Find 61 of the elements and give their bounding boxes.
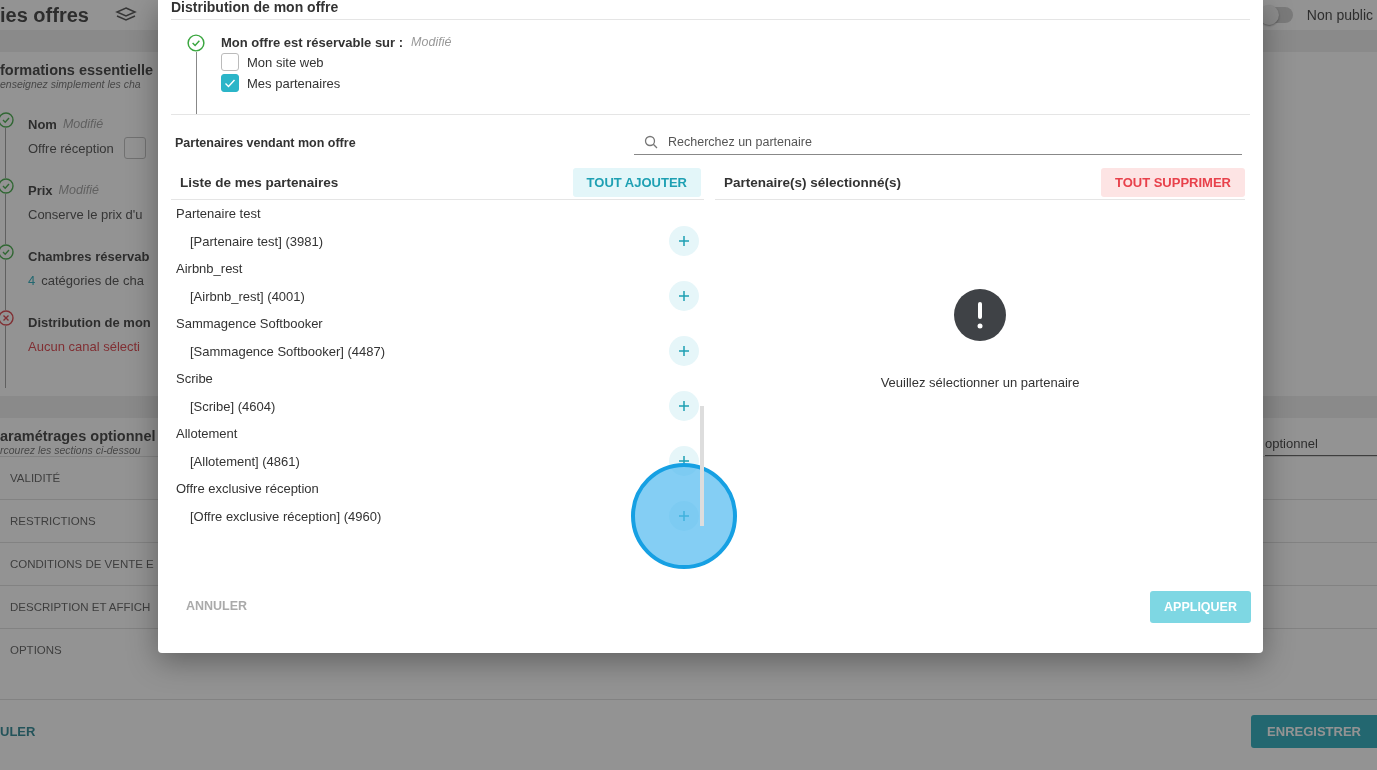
partner-item: [Offre exclusive réception] (4960): [190, 508, 382, 524]
page-title: ies offres: [0, 3, 89, 27]
partner-group: Allotement: [171, 420, 704, 447]
checkbox[interactable]: [221, 74, 239, 92]
cancel-link[interactable]: ULER: [0, 723, 36, 739]
selected-title: Partenaire(s) sélectionné(s): [724, 174, 902, 190]
checkbox-label: Mon site web: [247, 54, 324, 70]
partner-group: Sammagence Softbooker: [171, 310, 704, 337]
add-button[interactable]: [669, 336, 699, 366]
modified-note: Modifié: [411, 35, 452, 49]
empty-message: Veuillez sélectionner un partenaire: [880, 375, 1080, 390]
availability-label: Mon offre est réservable sur :: [221, 34, 404, 50]
section-subtitle: enseignez simplement les cha: [0, 78, 142, 90]
step-label: Nom: [28, 116, 57, 132]
partners-title: Partenaires vendant mon offre: [175, 136, 356, 150]
partner-group: Airbnb_rest: [171, 255, 704, 282]
step-value: Aucun canal sélecti: [28, 338, 140, 354]
add-button[interactable]: [669, 391, 699, 421]
section-header[interactable]: CONDITIONS DE VENTE E: [10, 558, 154, 570]
partner-item: [Partenaire test] (3981): [190, 233, 323, 249]
section-header[interactable]: DESCRIPTION ET AFFICH: [10, 601, 151, 613]
plus-icon: [678, 400, 690, 412]
plus-icon: [678, 235, 690, 247]
select-field[interactable]: optionnel: [1265, 432, 1377, 456]
cancel-button[interactable]: ANNULER: [186, 591, 248, 621]
step-value: catégories de cha: [41, 272, 144, 288]
search-icon: [644, 135, 658, 149]
step-label: Distribution de mon: [28, 314, 151, 330]
checkbox-label: Mes partenaires: [247, 75, 341, 91]
section-header[interactable]: RESTRICTIONS: [10, 515, 96, 527]
dialog-title: Distribution de mon offre: [171, 0, 339, 14]
step-value: Conserve le prix d'u: [28, 206, 143, 222]
partner-group: Offre exclusive réception: [171, 475, 704, 502]
section-title: formations essentielle: [0, 62, 155, 78]
partner-item: [Allotement] (4861): [190, 453, 300, 469]
step-label: Prix: [28, 182, 53, 198]
partner-group: Scribe: [171, 365, 704, 392]
add-button[interactable]: [669, 281, 699, 311]
save-button[interactable]: ENREGISTRER: [1251, 714, 1377, 748]
list-title: Liste de mes partenaires: [180, 174, 339, 190]
step-label: Chambres réservab: [28, 248, 150, 264]
room-count: 4: [28, 272, 36, 288]
layers-icon: [114, 6, 137, 24]
section-subtitle: rcourez les sections ci-dessou: [0, 444, 142, 456]
section-header[interactable]: VALIDITÉ: [10, 472, 61, 484]
partner-group: Partenaire test: [171, 200, 704, 227]
toggle-label: Non public: [1306, 7, 1373, 23]
add-all-button[interactable]: TOUT AJOUTER: [572, 167, 701, 197]
partner-item: [Sammagence Softbooker] (4487): [190, 343, 386, 359]
partner-item: [Scribe] (4604): [190, 398, 276, 414]
add-button[interactable]: [669, 226, 699, 256]
plus-icon: [678, 290, 690, 302]
partner-item: [Airbnb_rest] (4001): [190, 288, 305, 304]
step-value: Offre réception: [28, 140, 114, 156]
checkbox[interactable]: [221, 53, 239, 71]
section-header[interactable]: OPTIONS: [10, 644, 62, 656]
section-title: aramétrages optionnel: [0, 428, 155, 444]
remove-all-button[interactable]: TOUT SUPPRIMER: [1100, 167, 1245, 197]
edit-button[interactable]: [123, 137, 146, 159]
warning-icon: [954, 289, 1006, 341]
plus-icon: [678, 345, 690, 357]
